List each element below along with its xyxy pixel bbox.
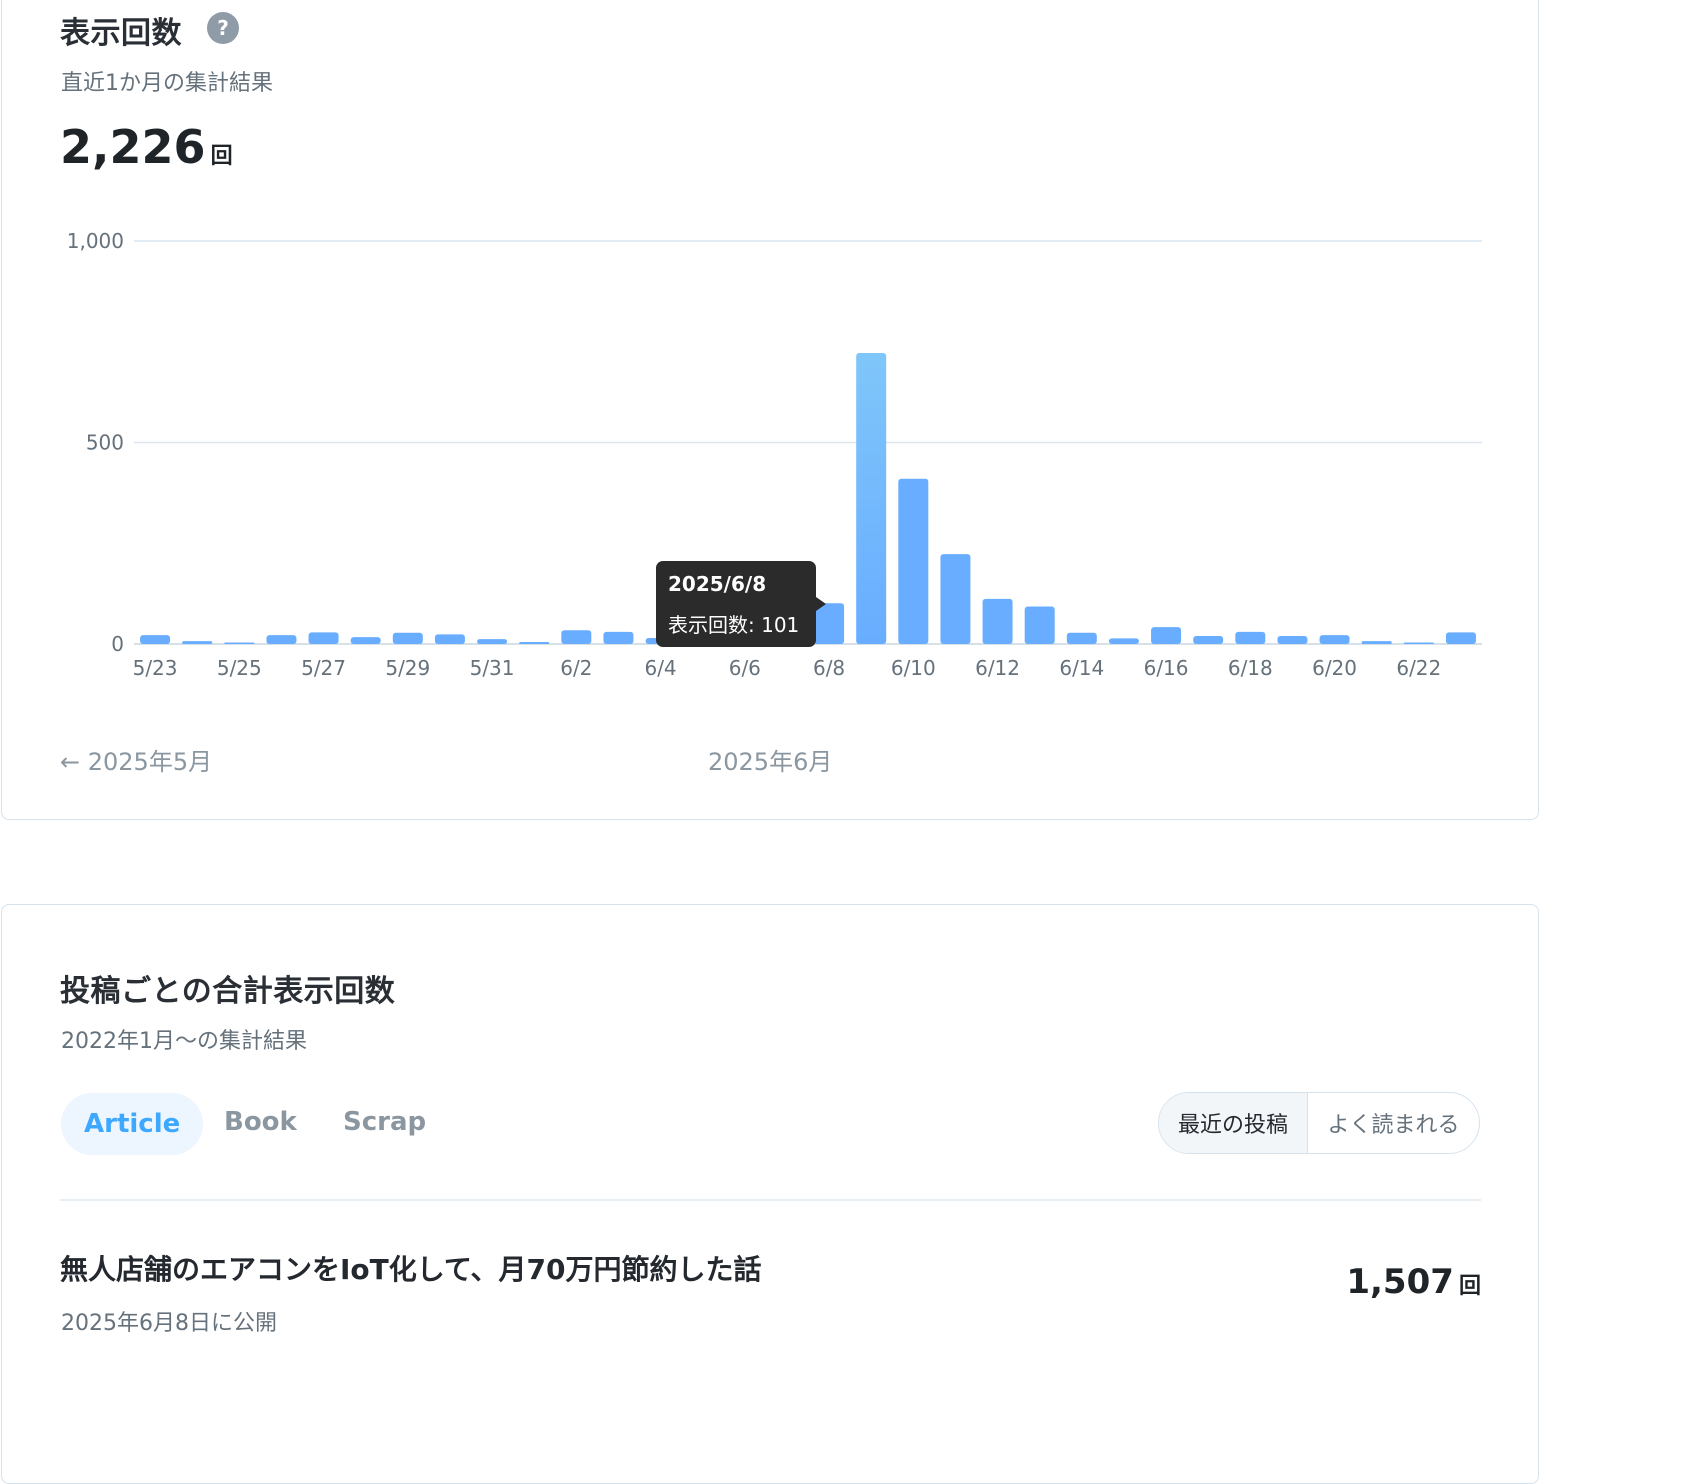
views-bar-chart: 0 500 1,000 5/23 5/25 5/27 5/29 5/31 6/2 6/4 6/6 6/…: [67, 229, 1482, 680]
post-title-link[interactable]: 無人店舗のエアコンをIoT化して、月70万円節約した話: [60, 1248, 761, 1288]
bar-6/10[interactable]: [898, 478, 929, 644]
sort-recent-button[interactable]: 最近の投稿: [1159, 1093, 1308, 1153]
bar-5/31[interactable]: [477, 639, 508, 644]
post-count-unit: 回: [1458, 1274, 1481, 1299]
bar-5/28[interactable]: [350, 637, 381, 644]
prev-month-link[interactable]: ← 2025年5月: [60, 742, 212, 777]
post-count-value: 1,507: [1346, 1262, 1454, 1302]
bar-6/12[interactable]: [982, 598, 1013, 644]
bar-5/26[interactable]: [266, 635, 297, 644]
tooltip-date: 2025/6/8: [668, 572, 767, 596]
x-tick-label: 6/6: [729, 656, 761, 680]
bar-6/16[interactable]: [1151, 627, 1182, 644]
tooltip-value: 表示回数: 101: [668, 613, 800, 637]
x-tick-label: 6/18: [1228, 656, 1273, 680]
bar-5/29[interactable]: [392, 632, 423, 644]
bar-6/18[interactable]: [1235, 631, 1266, 644]
bar-6/21[interactable]: [1361, 641, 1392, 644]
bar-6/14[interactable]: [1066, 632, 1097, 644]
arrow-left-icon: ←: [60, 748, 81, 776]
bar-6/13[interactable]: [1024, 606, 1055, 644]
sort-popular-button[interactable]: よく読まれる: [1308, 1093, 1479, 1153]
x-tick-label: 5/25: [217, 656, 262, 680]
x-tick-label: 5/27: [301, 656, 346, 680]
x-tick-label: 5/29: [385, 656, 430, 680]
x-tick-label: 6/22: [1396, 656, 1441, 680]
bar-6/11[interactable]: [940, 554, 971, 644]
y-tick-label: 1,000: [67, 229, 124, 253]
x-tick-label: 6/12: [975, 656, 1020, 680]
posts-subtitle: 2022年1月〜の集計結果: [61, 1029, 307, 1054]
sort-toggle: 最近の投稿 よく読まれる: [1158, 1092, 1480, 1154]
x-tick-label: 5/31: [470, 656, 515, 680]
bar-5/27[interactable]: [308, 632, 339, 644]
bar-6/1[interactable]: [519, 641, 550, 644]
bar-5/24[interactable]: [182, 641, 213, 644]
x-tick-label: 6/2: [560, 656, 592, 680]
bar-6/2[interactable]: [561, 630, 592, 644]
x-tick-label: 6/10: [891, 656, 936, 680]
x-tick-label: 5/23: [133, 656, 178, 680]
x-tick-label: 6/20: [1312, 656, 1357, 680]
bar-6/22[interactable]: [1403, 642, 1434, 645]
y-tick-label: 0: [111, 632, 124, 656]
x-tick-label: 6/14: [1059, 656, 1104, 680]
bar-5/23[interactable]: [140, 635, 171, 644]
prev-month-label: 2025年5月: [87, 748, 213, 776]
posts-title: 投稿ごとの合計表示回数: [60, 974, 396, 1009]
chart-tooltip: 2025/6/8 表示回数: 101: [656, 561, 826, 647]
bar-5/25[interactable]: [224, 642, 255, 645]
bar-6/15[interactable]: [1108, 638, 1139, 644]
divider: [60, 1199, 1481, 1201]
y-tick-label: 500: [86, 431, 124, 455]
x-tick-label: 6/16: [1144, 656, 1189, 680]
bar-6/20[interactable]: [1319, 635, 1350, 644]
x-tick-label: 6/8: [813, 656, 845, 680]
tab-article[interactable]: Article: [61, 1093, 204, 1155]
bar-6/17[interactable]: [1193, 635, 1224, 644]
post-view-count: 1,507 回: [1346, 1262, 1481, 1302]
bar-6/23[interactable]: [1445, 632, 1476, 644]
tab-scrap[interactable]: Scrap: [343, 1107, 426, 1137]
bar-6/3[interactable]: [603, 631, 634, 644]
x-tick-label: 6/4: [644, 656, 676, 680]
bar-6/19[interactable]: [1277, 635, 1308, 644]
bar-5/30[interactable]: [434, 634, 465, 644]
current-month-label: 2025年6月: [708, 748, 833, 776]
post-published-date: 2025年6月8日に公開: [61, 1311, 277, 1336]
tab-book[interactable]: Book: [224, 1107, 297, 1137]
bar-6/9[interactable]: [856, 353, 887, 644]
